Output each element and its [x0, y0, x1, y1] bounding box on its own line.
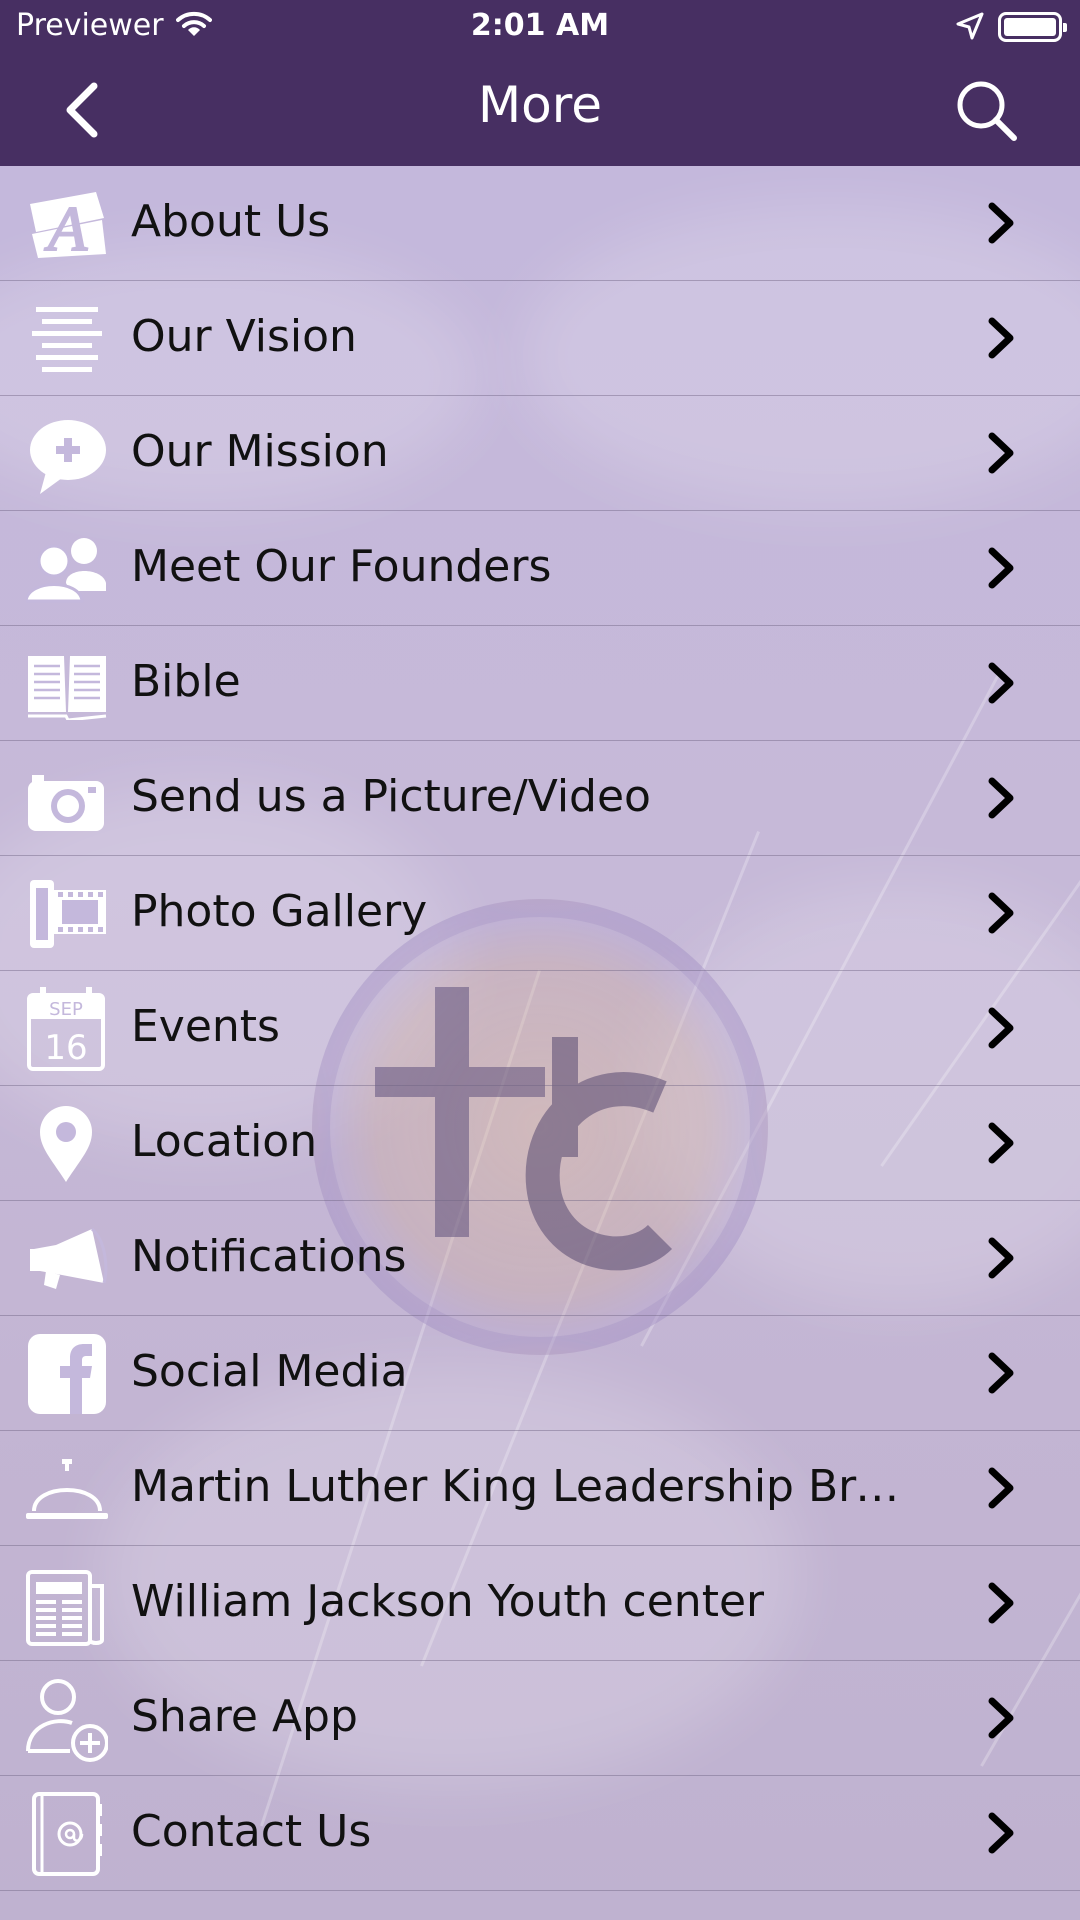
menu-item-label: About Us: [131, 196, 331, 247]
menu-item-label: Martin Luther King Leadership Brea...: [131, 1461, 911, 1512]
chevron-right-icon: [986, 432, 1016, 474]
speech-bubble-plus-icon: [26, 418, 108, 494]
map-pin-icon: [26, 1104, 108, 1184]
page-title: More: [478, 76, 602, 134]
battery-icon: [998, 12, 1067, 42]
menu-item-label: Events: [131, 1001, 280, 1052]
menu-item-events[interactable]: SEP 16 Events: [0, 971, 1080, 1086]
menu-item-mlk-breakfast[interactable]: Martin Luther King Leadership Brea...: [0, 1431, 1080, 1546]
calendar-icon: SEP 16: [26, 987, 108, 1071]
facebook-icon: [26, 1332, 108, 1416]
chevron-right-icon: [986, 777, 1016, 819]
menu-list: A About Us Our Vision Our Mission Meet O…: [0, 166, 1080, 1891]
menu-item-contact-us[interactable]: Contact Us: [0, 1776, 1080, 1891]
film-icon: [26, 878, 108, 950]
svg-text:A: A: [44, 193, 88, 260]
menu-item-label: Our Vision: [131, 311, 357, 362]
chevron-right-icon: [986, 1237, 1016, 1279]
about-letter-icon: A: [26, 188, 108, 260]
calendar-day: 16: [44, 1028, 87, 1068]
menu-item-label: Contact Us: [131, 1806, 372, 1857]
newspaper-icon: [26, 1562, 108, 1646]
service-bell-icon: [26, 1453, 108, 1525]
menu-item-about-us[interactable]: A About Us: [0, 166, 1080, 281]
open-book-icon: [26, 648, 108, 720]
clock: 2:01 AM: [470, 8, 610, 43]
megaphone-icon: [26, 1223, 108, 1295]
calendar-month: SEP: [49, 999, 83, 1020]
people-icon: [26, 533, 108, 605]
divider: [0, 1890, 1080, 1891]
chevron-right-icon: [986, 1007, 1016, 1049]
menu-item-our-vision[interactable]: Our Vision: [0, 281, 1080, 396]
chevron-right-icon: [986, 547, 1016, 589]
chevron-right-icon: [986, 1352, 1016, 1394]
text-lines-icon: [26, 303, 108, 375]
menu-item-youth-center[interactable]: William Jackson Youth center: [0, 1546, 1080, 1661]
status-bar: Previewer 2:01 AM: [0, 0, 1080, 54]
chevron-right-icon: [986, 1122, 1016, 1164]
menu-item-our-mission[interactable]: Our Mission: [0, 396, 1080, 511]
location-arrow-icon: [956, 12, 984, 40]
menu-item-label: Photo Gallery: [131, 886, 428, 937]
menu-item-label: Meet Our Founders: [131, 541, 552, 592]
chevron-right-icon: [986, 662, 1016, 704]
menu-item-notifications[interactable]: Notifications: [0, 1201, 1080, 1316]
chevron-right-icon: [986, 1582, 1016, 1624]
menu-item-label: Our Mission: [131, 426, 389, 477]
chevron-right-icon: [986, 202, 1016, 244]
menu-item-location[interactable]: Location: [0, 1086, 1080, 1201]
chevron-right-icon: [986, 892, 1016, 934]
menu-item-meet-our-founders[interactable]: Meet Our Founders: [0, 511, 1080, 626]
address-book-icon: [26, 1790, 108, 1878]
menu-item-send-picture-video[interactable]: Send us a Picture/Video: [0, 741, 1080, 856]
chevron-right-icon: [986, 1467, 1016, 1509]
menu-item-label: Notifications: [131, 1231, 407, 1282]
nav-bar: More: [0, 54, 1080, 166]
add-user-icon: [26, 1675, 108, 1763]
chevron-right-icon: [986, 1697, 1016, 1739]
menu-item-share-app[interactable]: Share App: [0, 1661, 1080, 1776]
menu-item-label: William Jackson Youth center: [131, 1576, 765, 1627]
menu-item-photo-gallery[interactable]: Photo Gallery: [0, 856, 1080, 971]
search-button[interactable]: [954, 78, 1020, 144]
menu-item-social-media[interactable]: Social Media: [0, 1316, 1080, 1431]
search-icon: [957, 81, 1017, 141]
menu-item-label: Social Media: [131, 1346, 408, 1397]
menu-item-label: Bible: [131, 656, 241, 707]
menu-item-label: Location: [131, 1116, 318, 1167]
chevron-right-icon: [986, 317, 1016, 359]
menu-item-label: Share App: [131, 1691, 358, 1742]
chevron-right-icon: [986, 1812, 1016, 1854]
menu-item-label: Send us a Picture/Video: [131, 771, 651, 822]
menu-item-bible[interactable]: Bible: [0, 626, 1080, 741]
camera-icon: [26, 763, 108, 835]
